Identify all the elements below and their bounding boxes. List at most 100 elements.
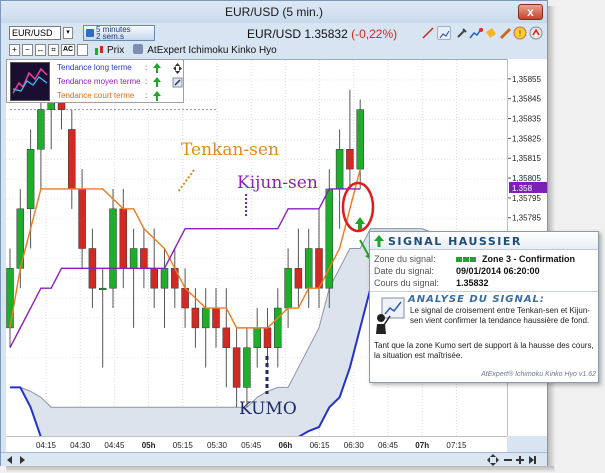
- legend-long-term-label: Tendance long terme: [57, 63, 132, 72]
- analysis-text: Le signal de croisement entre Tenkan-sen…: [410, 306, 590, 325]
- signal-divider: [370, 291, 598, 292]
- candle-bearish: [222, 327, 231, 348]
- candle-bullish: [129, 248, 138, 269]
- zoom-out-icon[interactable]: −: [22, 44, 33, 56]
- kijun-sen-annotation: Kijun-sen: [237, 173, 318, 193]
- last-price: 1.35832: [304, 27, 348, 41]
- zone-level-bars-icon: [456, 257, 476, 262]
- close-button[interactable]: x: [518, 4, 543, 20]
- legend-short-term-up-arrow-icon: [153, 91, 161, 101]
- chart-type-label[interactable]: Prix: [107, 45, 124, 56]
- time-tick-label: 05h: [142, 441, 156, 450]
- candle-bullish: [37, 109, 45, 150]
- settings-tool-icon[interactable]: [172, 77, 183, 88]
- pan-icon[interactable]: [487, 454, 499, 466]
- price-tick-label: 1,35805: [512, 174, 541, 183]
- signal-price-label: Cours du signal:: [374, 278, 440, 288]
- alert-icon[interactable]: !: [513, 26, 527, 40]
- secondary-toolbar: + − ↔ ⌗ AC Prix AtExpert Ichimoku Kinko …: [3, 42, 545, 59]
- timeframe-range: 2 sem.s: [96, 32, 125, 41]
- time-tick-label: 04:15: [36, 441, 57, 450]
- expert-label[interactable]: AtExpert Ichimoku Kinko Hyo: [147, 45, 277, 56]
- candle-bullish: [304, 248, 313, 289]
- legend-long-term-up-arrow-icon: [153, 63, 161, 73]
- tools-icon[interactable]: [455, 26, 469, 40]
- clock-icon: [86, 29, 94, 37]
- fit-icon[interactable]: ⌗: [48, 44, 59, 56]
- price-change: (-0,22%): [351, 27, 398, 41]
- candle-bullish: [253, 327, 261, 348]
- time-axis[interactable]: 04:15 04:30 04:45 05h 05:15 05:30 05:45 06h 06:1…: [6, 436, 507, 452]
- zoom-in-icon[interactable]: +: [9, 44, 20, 56]
- grid-tool-icon[interactable]: [437, 26, 451, 40]
- candle-bullish: [98, 287, 107, 290]
- signal-price-value: 1.35832: [456, 278, 489, 288]
- legend-short-term-label: Tendance court terme: [57, 91, 135, 100]
- chart-options-label: Prix AtExpert Ichimoku Kinko Hyo: [107, 44, 277, 56]
- candle-bearish: [294, 268, 303, 289]
- candle-bullish: [201, 307, 210, 329]
- signal-zone-label: Zone du signal:: [374, 254, 436, 264]
- symbol-dropdown-button[interactable]: ▾: [63, 27, 73, 39]
- time-tick-label: 04:45: [104, 441, 125, 450]
- candle-bullish: [274, 307, 282, 348]
- time-tick-label: 07h: [415, 441, 429, 450]
- signal-panel: SIGNAL HAUSSIER Zone du signal: Zone 3 -…: [369, 231, 599, 383]
- candle-bullish: [356, 109, 364, 170]
- candlestick-type-icon[interactable]: [93, 44, 105, 56]
- legend-medium-term-up-arrow-icon: [153, 77, 161, 87]
- candle-bullish: [109, 208, 117, 289]
- time-tick-label: 06:45: [378, 441, 399, 450]
- scroll-left-icon[interactable]: [5, 455, 15, 465]
- trendline-tool-icon[interactable]: [421, 26, 435, 40]
- price-tick-label: 1,35815: [512, 154, 541, 163]
- expert-icon: [133, 44, 144, 54]
- tenkan-pointer: [177, 169, 195, 193]
- candle-bearish: [140, 248, 148, 269]
- color-palette-icon[interactable]: [484, 26, 498, 40]
- title-bar[interactable]: EUR/USD (5 min.) x: [1, 1, 547, 23]
- scroll-right-icon[interactable]: [17, 455, 27, 465]
- checkbox[interactable]: [77, 44, 88, 56]
- candle-bearish: [171, 268, 179, 289]
- legend-medium-term-sep: :: [145, 77, 148, 86]
- expert-thumbnail: [10, 62, 50, 101]
- timeframe-select[interactable]: 5 minutes 2 sem.s: [83, 25, 155, 41]
- time-tick-label: 05:15: [173, 441, 194, 450]
- legend-medium-term-label: Tendance moyen terme: [57, 77, 141, 86]
- status-zoom-in-icon[interactable]: [515, 455, 525, 465]
- indicator-icon[interactable]: [529, 26, 543, 40]
- window-shadow-bottom: [6, 466, 554, 473]
- candle-bearish: [68, 129, 76, 190]
- pair-label: EUR/USD: [247, 27, 302, 41]
- price-header: EUR/USD 1.35832 (-0,22%): [247, 27, 397, 41]
- candle-bearish: [78, 188, 86, 249]
- candle-bullish: [6, 268, 14, 329]
- trend-legend: Tendance long terme : Tendance moyen ter…: [6, 59, 184, 103]
- candle-bullish: [284, 268, 292, 309]
- price-tick-label: 1,35795: [512, 194, 541, 203]
- price-tick-label: 1,35845: [512, 95, 541, 104]
- main-toolbar: ▾ 5 minutes 2 sem.s EUR/USD 1.35832 (-0,…: [3, 24, 545, 42]
- candle-bearish: [263, 327, 272, 348]
- reset-zoom-icon[interactable]: ↔: [35, 44, 46, 56]
- chart-window-frame: EUR/USD (5 min.) x ▾ 5 minutes 2 sem.s E…: [0, 0, 599, 466]
- symbol-input[interactable]: [9, 26, 61, 40]
- signal-footer: AtExpert® Ichimoku Kinko Hyo v1.62: [481, 371, 596, 378]
- status-zoom-out-icon[interactable]: [503, 455, 513, 465]
- svg-text:!: !: [518, 29, 521, 38]
- signal-date-value: 09/01/2014 06:20:00: [456, 266, 540, 276]
- price-tick-label: 1,35785: [512, 214, 541, 223]
- signal-up-arrow-icon: [374, 235, 384, 247]
- time-tick-label: 06:15: [310, 441, 331, 450]
- time-tick-label: 07:15: [446, 441, 467, 450]
- signal-header: SIGNAL HAUSSIER: [370, 232, 598, 250]
- brush-icon[interactable]: [499, 26, 513, 40]
- legend-tools: [172, 62, 183, 100]
- status-bar: [1, 452, 547, 466]
- status-scroll-end-icon[interactable]: [527, 455, 537, 465]
- auto-checkbox-label[interactable]: AC: [61, 44, 75, 56]
- chart-style-icon[interactable]: [469, 26, 483, 40]
- move-icon[interactable]: [173, 63, 182, 74]
- time-tick-label: 04:30: [70, 441, 91, 450]
